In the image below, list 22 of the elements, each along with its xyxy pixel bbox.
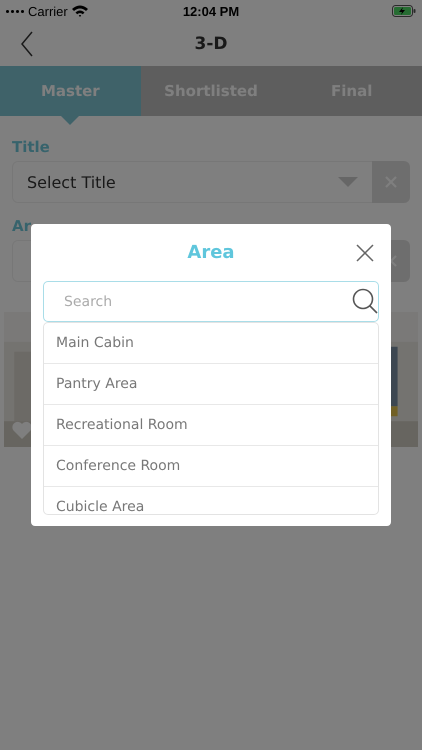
dialog-title: Area (187, 242, 235, 263)
dropdown-icon (338, 177, 358, 187)
tab-pointer-icon (61, 116, 80, 125)
back-icon[interactable] (20, 31, 34, 57)
list-item[interactable]: Cubicle Area (44, 487, 378, 514)
list-item[interactable]: Recreational Room (44, 405, 378, 446)
search-field[interactable]: Search (43, 281, 379, 322)
signal-icon (6, 10, 24, 12)
heart-icon[interactable] (12, 421, 32, 439)
select-field[interactable]: Select Title (12, 161, 372, 203)
screen-title: 3-D (194, 34, 228, 54)
carrier-name: Carrier (28, 4, 68, 18)
field-label: Title (12, 138, 50, 156)
list-item[interactable]: Pantry Area (44, 364, 378, 405)
list-item[interactable]: Main Cabin (44, 323, 378, 364)
field-label: Ar (12, 217, 32, 235)
wifi-icon (72, 5, 88, 17)
battery-icon (392, 5, 416, 17)
search-icon (352, 288, 378, 314)
status-time: 12:04 PM (182, 4, 240, 18)
close-icon[interactable] (356, 244, 374, 262)
list-item[interactable]: Conference Room (44, 446, 378, 487)
